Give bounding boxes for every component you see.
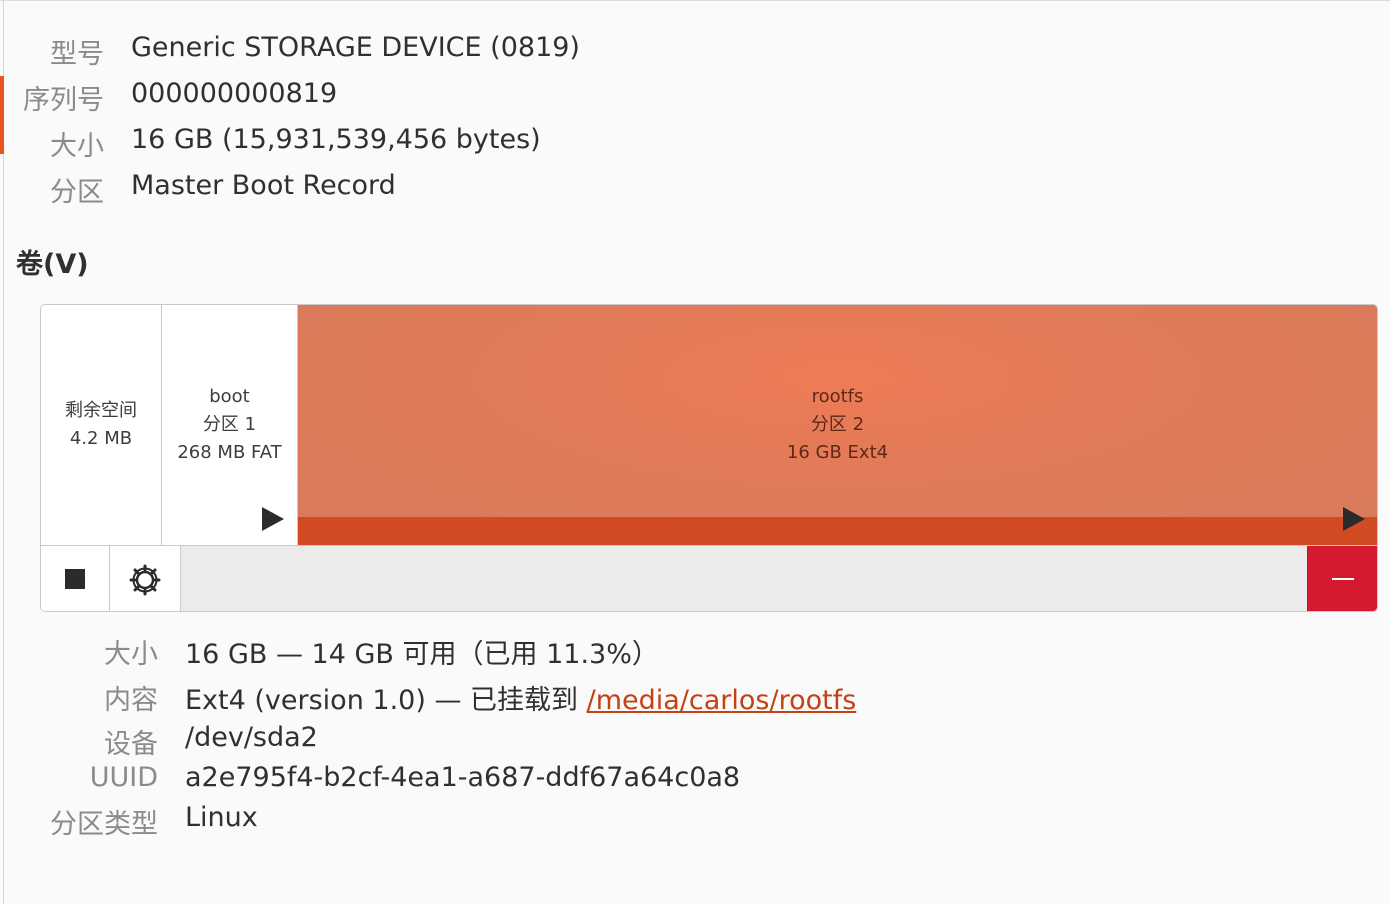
gear-icon (129, 564, 161, 596)
usage-bar (298, 517, 1377, 545)
settings-button[interactable] (110, 546, 181, 611)
partition-size-value: 16 GB — 14 GB 可用（已用 11.3%） (185, 639, 659, 670)
top-divider (0, 0, 1390, 1)
play-icon (1343, 507, 1365, 531)
play-icon (262, 507, 284, 531)
segment-boot[interactable]: boot 分区 1 268 MB FAT (162, 305, 298, 545)
drive-size-value: 16 GB (15,931,539,456 bytes) (131, 124, 541, 155)
partitioning-label: 分区 (50, 177, 104, 208)
uuid-label: UUID (89, 762, 158, 793)
contents-label: 内容 (104, 685, 158, 716)
disk-details-panel: 型号 Generic STORAGE DEVICE (0819) 序列号 000… (0, 0, 1390, 904)
segment-boot-partition: 分区 1 (202, 414, 257, 435)
minus-icon (1332, 578, 1354, 580)
partition-type-value: Linux (185, 802, 258, 833)
segment-free-space[interactable]: 剩余空间 4.2 MB (41, 305, 162, 545)
serial-label: 序列号 (23, 85, 104, 116)
segment-rootfs-desc: 16 GB Ext4 (786, 442, 889, 463)
unmount-button[interactable] (41, 546, 110, 611)
device-label: 设备 (104, 729, 158, 760)
segment-boot-name: boot (209, 386, 250, 407)
model-label: 型号 (50, 39, 104, 70)
segment-free-name: 剩余空间 (65, 400, 137, 421)
uuid-value: a2e795f4-b2cf-4ea1-a687-ddf67a64c0a8 (185, 762, 741, 793)
partition-size-label: 大小 (104, 639, 158, 670)
stop-icon (65, 569, 85, 589)
segment-rootfs-name: rootfs (811, 386, 864, 407)
segment-rootfs-partition: 分区 2 (810, 414, 865, 435)
contents-text: Ext4 (version 1.0) — 已挂载到 (185, 685, 587, 716)
volumes-map: 剩余空间 4.2 MB boot 分区 1 268 MB FAT rootfs … (40, 304, 1378, 612)
delete-partition-button[interactable] (1307, 546, 1377, 611)
volume-toolbar (41, 545, 1377, 611)
serial-value: 000000000819 (131, 78, 338, 109)
partitioning-value: Master Boot Record (131, 170, 396, 201)
drive-size-label: 大小 (50, 131, 104, 162)
mount-point-link[interactable]: /media/carlos/rootfs (587, 685, 857, 716)
partition-type-label: 分区类型 (50, 809, 158, 840)
device-value: /dev/sda2 (185, 722, 318, 753)
selection-accent-bar (0, 76, 4, 154)
segment-boot-desc: 268 MB FAT (177, 442, 282, 463)
volumes-heading: 卷(V) (16, 249, 89, 280)
segment-free-size: 4.2 MB (69, 428, 133, 449)
segment-rootfs[interactable]: rootfs 分区 2 16 GB Ext4 (298, 305, 1377, 545)
model-value: Generic STORAGE DEVICE (0819) (131, 32, 580, 63)
contents-value: Ext4 (version 1.0) — 已挂载到 /media/carlos/… (185, 678, 856, 717)
